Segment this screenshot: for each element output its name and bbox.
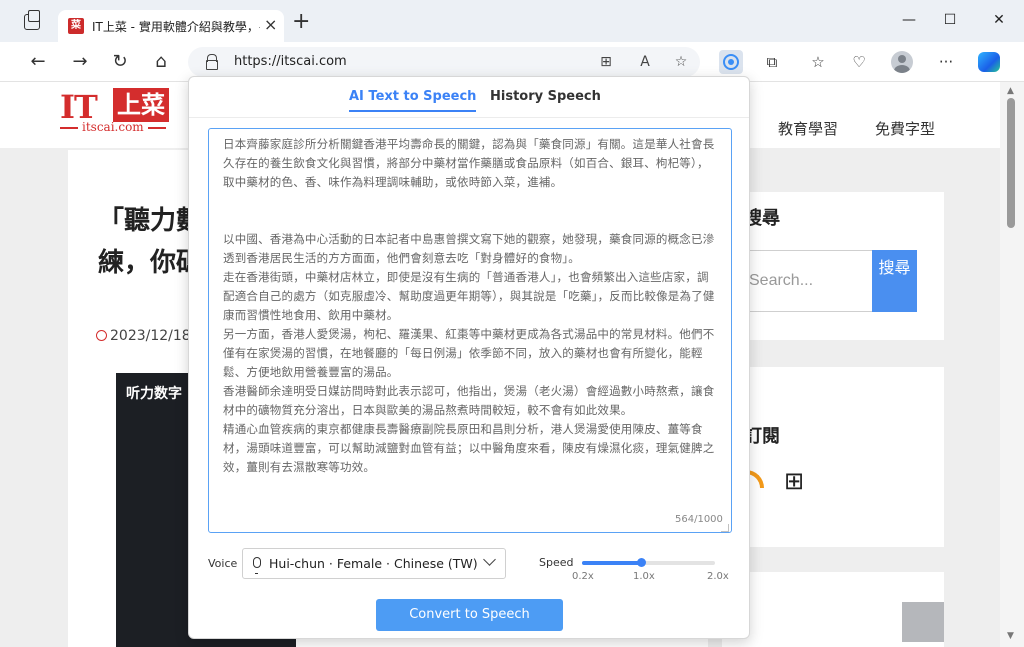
tab-ai-text-to-speech[interactable]: AI Text to Speech xyxy=(349,89,477,112)
back-arrow-icon[interactable]: ← xyxy=(26,50,50,74)
close-window-button[interactable]: ✕ xyxy=(985,8,1013,32)
nav-link-education[interactable]: 教育學習 xyxy=(778,118,838,139)
article-date: 2023/12/18 xyxy=(96,328,191,344)
url-text[interactable]: https://itscai.com xyxy=(234,54,347,69)
profile-avatar[interactable] xyxy=(891,51,913,73)
lock-icon[interactable] xyxy=(206,54,218,70)
site-logo-domain: itscai.com xyxy=(60,120,166,134)
minimize-button[interactable]: — xyxy=(895,8,923,32)
add-widget-icon[interactable]: ⊞ xyxy=(784,467,804,495)
microphone-icon xyxy=(253,557,261,574)
forward-arrow-icon[interactable]: → xyxy=(68,50,92,74)
speed-slider-thumb[interactable] xyxy=(637,558,647,567)
read-aloud-icon[interactable]: A xyxy=(634,52,656,72)
title-bar: 菜 IT上菜 - 實用軟體介紹與教學，手 × + — ☐ ✕ xyxy=(0,0,1024,42)
refresh-icon[interactable]: ↻ xyxy=(108,50,132,74)
convert-to-speech-button[interactable]: Convert to Speech xyxy=(376,599,563,631)
home-icon[interactable]: ⌂ xyxy=(149,50,173,74)
tab-divider xyxy=(189,117,749,118)
page-scrollbar[interactable]: ▲ ▼ xyxy=(1000,82,1024,647)
sidebar-image-card xyxy=(722,572,944,647)
sidebar-search-card: 搜尋 Search... 搜尋 xyxy=(722,192,944,340)
browser-essentials-icon[interactable]: ♡ xyxy=(847,50,871,74)
favorite-star-icon[interactable]: ☆ xyxy=(670,52,692,72)
favorites-icon[interactable]: ☆ xyxy=(806,50,830,74)
copilot-icon[interactable] xyxy=(978,52,1000,72)
speech-text-input[interactable]: 日本齊藤家庭診所分析關鍵香港平均壽命長的關鍵，認為與「藥食同源」有關。這是華人社… xyxy=(208,128,732,533)
speed-label: Speed xyxy=(539,556,574,569)
article-date-text: 2023/12/18 xyxy=(110,328,191,344)
voice-select[interactable]: Hui-chun · Female · Chinese (TW) xyxy=(242,548,506,579)
video-caption: 听力数字 xyxy=(126,386,182,402)
site-logo-box[interactable]: 上菜 xyxy=(113,88,169,122)
tts-extension-popup: AI Text to Speech History Speech 日本齊藤家庭診… xyxy=(188,76,750,639)
chevron-down-icon[interactable] xyxy=(483,553,496,566)
character-count: 564/1000 xyxy=(675,514,723,525)
sidebar-search-button[interactable]: 搜尋 xyxy=(872,250,917,312)
speed-tick-max: 2.0x xyxy=(707,571,729,582)
scroll-down-icon[interactable]: ▼ xyxy=(1007,631,1014,641)
tab-history-speech[interactable]: History Speech xyxy=(490,89,601,110)
clock-icon xyxy=(96,330,107,341)
maximize-button[interactable]: ☐ xyxy=(936,8,964,32)
scroll-thumb[interactable] xyxy=(1007,98,1015,228)
speed-tick-min: 0.2x xyxy=(572,571,594,582)
voice-selected-value: Hui-chun · Female · Chinese (TW) xyxy=(269,556,478,571)
tab-title: IT上菜 - 實用軟體介紹與教學，手 xyxy=(92,20,260,34)
tts-extension-icon[interactable] xyxy=(719,50,743,74)
voice-label: Voice xyxy=(208,557,238,570)
close-tab-icon[interactable]: × xyxy=(264,15,277,34)
extensions-puzzle-icon[interactable]: ⧉ xyxy=(760,50,784,74)
site-favicon-icon: 菜 xyxy=(68,18,84,34)
speed-slider[interactable] xyxy=(582,558,715,567)
speed-tick-mid: 1.0x xyxy=(633,571,655,582)
nav-link-free-fonts[interactable]: 免費字型 xyxy=(875,118,935,139)
resize-grip-icon[interactable] xyxy=(721,524,729,532)
sidebar-subscribe-card: 訂閱 ⊞ xyxy=(722,367,944,547)
app-available-icon[interactable]: ⊞ xyxy=(595,52,617,72)
new-tab-button[interactable]: + xyxy=(292,11,310,33)
tab-actions-icon[interactable] xyxy=(24,10,40,30)
address-bar[interactable]: https://itscai.com ⊞ A ☆ xyxy=(188,47,700,77)
more-menu-icon[interactable]: ··· xyxy=(934,50,958,74)
laptop-image xyxy=(902,602,944,642)
scroll-up-icon[interactable]: ▲ xyxy=(1007,86,1014,96)
speed-slider-fill xyxy=(582,561,642,565)
browser-tab[interactable]: 菜 IT上菜 - 實用軟體介紹與教學，手 × xyxy=(58,10,284,42)
